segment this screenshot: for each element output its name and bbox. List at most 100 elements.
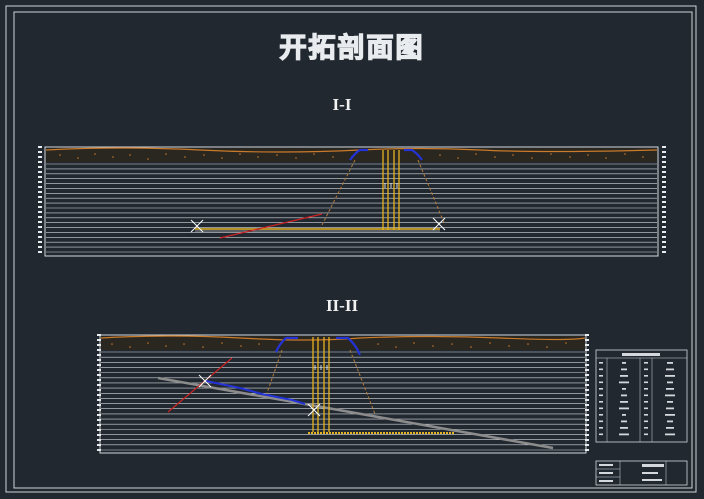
section-1-junction-left-x-cross-icon <box>190 219 204 233</box>
depth-tick <box>662 146 666 148</box>
depth-tick <box>662 251 666 253</box>
depth-tick <box>97 429 101 431</box>
section-1-label: I-I <box>332 95 352 114</box>
section-2-outline <box>99 334 587 454</box>
depth-tick <box>585 344 589 346</box>
depth-tick <box>585 419 589 421</box>
depth-tick <box>97 349 101 351</box>
depth-tick <box>662 161 666 163</box>
depth-tick <box>97 404 101 406</box>
depth-tick <box>585 434 589 436</box>
depth-tick <box>97 389 101 391</box>
depth-tick <box>662 236 666 238</box>
depth-tick <box>662 156 666 158</box>
depth-tick <box>585 399 589 401</box>
depth-tick <box>97 364 101 366</box>
depth-tick <box>97 434 101 436</box>
depth-tick <box>97 384 101 386</box>
depth-tick <box>585 334 589 336</box>
section-2-coal-seam <box>157 376 554 450</box>
depth-tick <box>38 201 42 203</box>
depth-tick <box>585 354 589 356</box>
depth-tick <box>38 221 42 223</box>
depth-tick <box>662 171 666 173</box>
inner-frame <box>13 11 693 489</box>
drawing-title: 开拓剖面图 <box>279 32 425 64</box>
depth-tick <box>97 339 101 341</box>
section-2-slope-right <box>349 349 376 415</box>
legend-table <box>595 349 688 443</box>
depth-tick <box>585 379 589 381</box>
depth-tick <box>662 231 666 233</box>
depth-tick <box>38 236 42 238</box>
depth-tick <box>662 196 666 198</box>
depth-tick <box>585 429 589 431</box>
depth-tick <box>662 176 666 178</box>
section-1-strata-lines <box>46 163 657 253</box>
depth-tick <box>662 221 666 223</box>
depth-tick <box>97 409 101 411</box>
depth-tick <box>585 389 589 391</box>
depth-tick <box>662 206 666 208</box>
depth-tick <box>38 231 42 233</box>
depth-tick <box>585 339 589 341</box>
depth-tick <box>38 151 42 153</box>
depth-tick <box>38 226 42 228</box>
depth-tick <box>97 439 101 441</box>
depth-tick <box>38 216 42 218</box>
section-1-profile <box>38 146 666 257</box>
section-2-profile <box>97 334 589 454</box>
section-2-strata-lines <box>101 351 585 451</box>
depth-tick <box>97 419 101 421</box>
depth-tick <box>38 171 42 173</box>
depth-tick <box>585 424 589 426</box>
depth-tick <box>38 246 42 248</box>
depth-tick <box>585 369 589 371</box>
section-1-depth-ticks <box>38 146 666 253</box>
depth-tick <box>38 166 42 168</box>
depth-tick <box>585 394 589 396</box>
depth-tick <box>662 191 666 193</box>
depth-tick <box>97 374 101 376</box>
depth-tick <box>662 241 666 243</box>
section-2-inclined-roadway <box>205 380 306 405</box>
depth-tick <box>662 201 666 203</box>
depth-tick <box>585 374 589 376</box>
section-2-label: II-II <box>325 296 359 315</box>
depth-tick <box>97 334 101 336</box>
depth-tick <box>662 246 666 248</box>
depth-tick <box>662 186 666 188</box>
depth-tick <box>38 186 42 188</box>
depth-tick <box>585 414 589 416</box>
depth-tick <box>662 211 666 213</box>
depth-tick <box>585 359 589 361</box>
depth-tick <box>585 364 589 366</box>
depth-tick <box>97 379 101 381</box>
depth-tick <box>662 226 666 228</box>
depth-tick <box>662 166 666 168</box>
depth-tick <box>38 206 42 208</box>
depth-tick <box>97 354 101 356</box>
depth-tick <box>585 439 589 441</box>
depth-tick <box>38 176 42 178</box>
drawing-canvas <box>5 5 697 493</box>
depth-tick <box>97 359 101 361</box>
depth-tick <box>662 151 666 153</box>
depth-tick <box>38 156 42 158</box>
depth-tick <box>585 444 589 446</box>
depth-tick <box>38 196 42 198</box>
depth-tick <box>662 181 666 183</box>
depth-tick <box>38 181 42 183</box>
depth-tick <box>38 251 42 253</box>
depth-tick <box>97 399 101 401</box>
depth-tick <box>38 161 42 163</box>
section-1-slope-right <box>417 159 446 226</box>
depth-tick <box>585 384 589 386</box>
title-block <box>595 460 688 486</box>
section-1-slope-left <box>321 159 356 226</box>
section-2-shafts <box>312 337 330 432</box>
depth-tick <box>97 369 101 371</box>
depth-tick <box>38 211 42 213</box>
depth-tick <box>97 394 101 396</box>
depth-tick <box>97 344 101 346</box>
